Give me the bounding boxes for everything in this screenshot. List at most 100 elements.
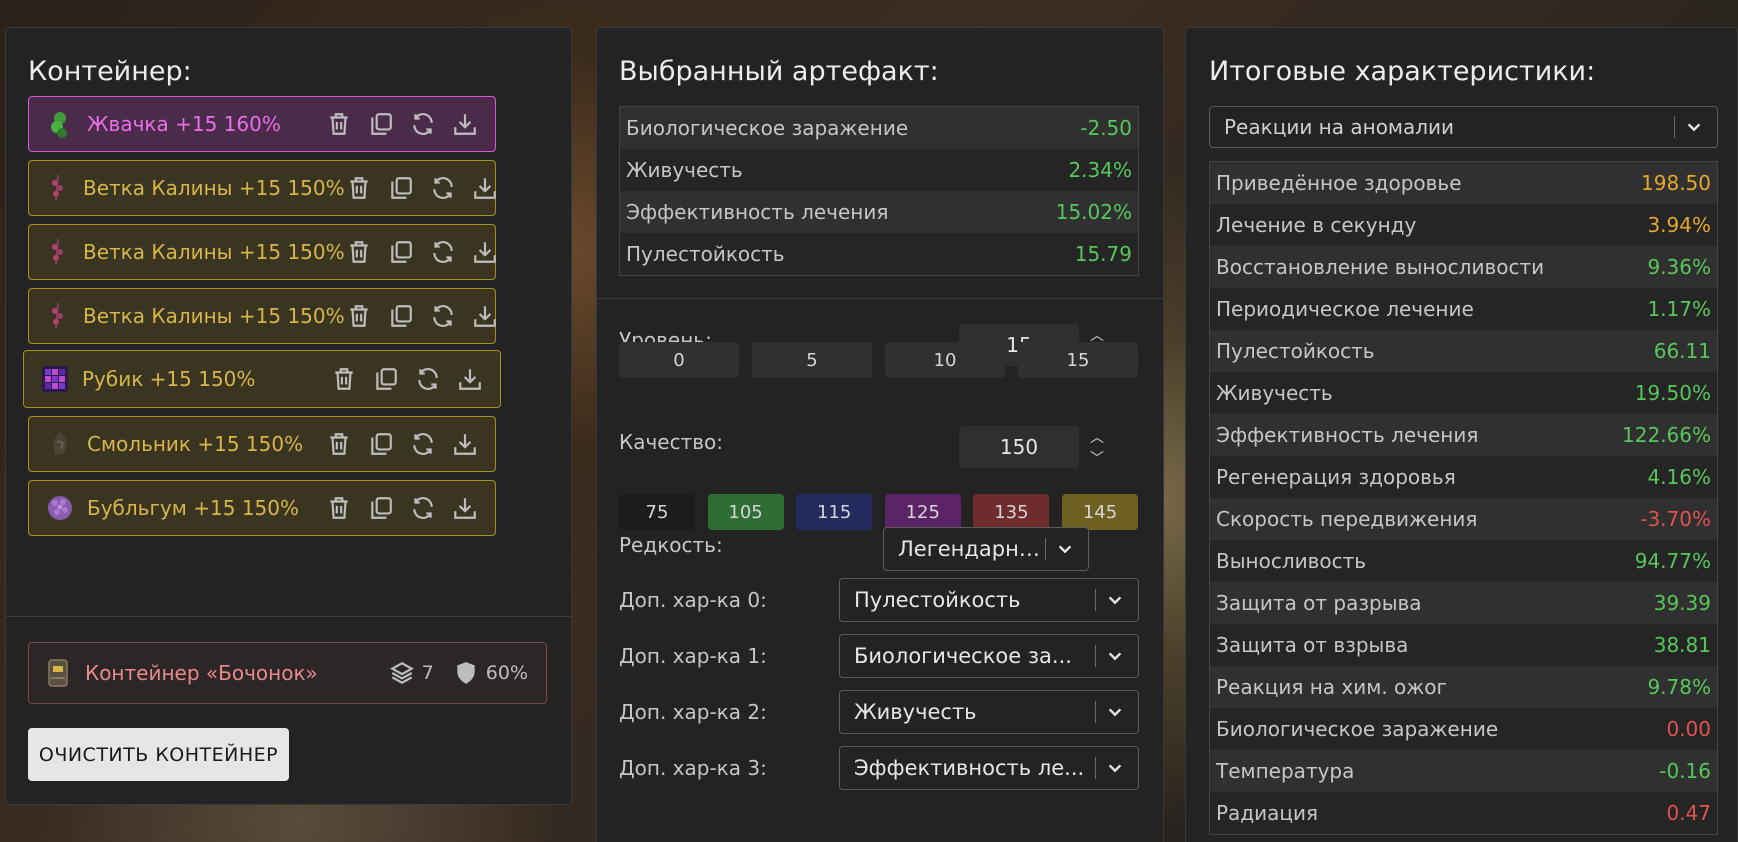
- stat-row: Восстановление выносливости 9.36%: [1210, 246, 1717, 288]
- copy-button[interactable]: [387, 174, 415, 202]
- rubik-artifact-icon: [40, 364, 70, 394]
- extra-stat-label: Доп. хар-ка 2:: [619, 700, 767, 724]
- level-preset-button[interactable]: 10: [885, 342, 1005, 378]
- replace-button[interactable]: [409, 494, 437, 522]
- load-button[interactable]: [456, 365, 484, 393]
- trash-icon: [330, 365, 358, 393]
- delete-button[interactable]: [325, 110, 353, 138]
- quality-preset-button[interactable]: 125: [884, 494, 961, 530]
- stat-name: Живучесть: [1216, 381, 1333, 405]
- totals-filter-select[interactable]: Реакции на аномалии: [1209, 106, 1718, 148]
- delete-button[interactable]: [330, 365, 358, 393]
- quality-preset-button[interactable]: 75: [619, 494, 695, 530]
- replace-button[interactable]: [429, 174, 457, 202]
- load-button[interactable]: [471, 302, 499, 330]
- copy-button[interactable]: [387, 238, 415, 266]
- stat-name: Скорость передвижения: [1216, 507, 1478, 531]
- replace-button[interactable]: [429, 238, 457, 266]
- chevron-down-icon[interactable]: [1685, 118, 1705, 136]
- delete-button[interactable]: [345, 302, 373, 330]
- replace-button[interactable]: [414, 365, 442, 393]
- chevron-down-icon[interactable]: [1106, 647, 1126, 665]
- stat-name: Защита от взрыва: [1216, 633, 1409, 657]
- level-preset-button[interactable]: 5: [752, 342, 872, 378]
- delete-button[interactable]: [345, 174, 373, 202]
- extra-stat-select[interactable]: Эффективность ле...: [839, 746, 1139, 790]
- level-preset-button[interactable]: 0: [619, 342, 739, 378]
- copy-icon: [387, 174, 415, 202]
- stat-row: Биологическое заражение 0.00: [1210, 708, 1717, 750]
- replace-button[interactable]: [409, 430, 437, 458]
- stat-row: Живучесть 19.50%: [1210, 372, 1717, 414]
- container-slots-value: 7: [421, 662, 434, 684]
- artifact-slot[interactable]: Ветка Калины +15 150%: [28, 224, 496, 280]
- extra-stat-select[interactable]: Биологическое за...: [839, 634, 1139, 678]
- artifact-slot-actions: [325, 494, 479, 522]
- extra-stat-select[interactable]: Живучесть: [839, 690, 1139, 734]
- viburnum-branch-icon: [45, 237, 71, 267]
- extra-stat-value: Пулестойкость: [854, 588, 1021, 612]
- rarity-select[interactable]: Легендарный: [883, 527, 1089, 571]
- stat-value: 9.36%: [1647, 255, 1711, 279]
- copy-icon: [387, 238, 415, 266]
- copy-button[interactable]: [367, 110, 395, 138]
- stat-name: Регенерация здоровья: [1216, 465, 1456, 489]
- stat-name: Биологическое заражение: [626, 116, 909, 140]
- artifact-slot[interactable]: Смольник +15 150%: [28, 416, 496, 472]
- copy-button[interactable]: [367, 430, 395, 458]
- download-icon: [471, 174, 499, 202]
- load-button[interactable]: [471, 174, 499, 202]
- resin-artifact-icon: [45, 429, 75, 459]
- container-protection: 60%: [452, 659, 528, 687]
- quality-preset-button[interactable]: 145: [1062, 494, 1138, 530]
- stat-name: Эффективность лечения: [626, 200, 889, 224]
- quality-stepper[interactable]: ︿ ﹀: [1087, 426, 1107, 468]
- select-separator: [1095, 589, 1096, 611]
- chevron-up-icon[interactable]: ︿: [1090, 427, 1104, 447]
- artifact-slot[interactable]: Рубик +15 150%: [23, 350, 501, 408]
- extra-stat-select[interactable]: Пулестойкость: [839, 578, 1139, 622]
- copy-button[interactable]: [372, 365, 400, 393]
- chevron-down-icon[interactable]: [1056, 540, 1076, 558]
- artifact-slot-actions: [345, 302, 499, 330]
- delete-button[interactable]: [325, 494, 353, 522]
- copy-button[interactable]: [387, 302, 415, 330]
- load-button[interactable]: [451, 494, 479, 522]
- delete-button[interactable]: [345, 238, 373, 266]
- artifact-slot[interactable]: Ветка Калины +15 150%: [28, 160, 496, 216]
- quality-input[interactable]: 150: [959, 426, 1079, 468]
- quality-preset-button[interactable]: 105: [707, 494, 784, 530]
- level-preset-button[interactable]: 15: [1018, 342, 1138, 378]
- quality-preset-button[interactable]: 115: [796, 494, 873, 530]
- load-button[interactable]: [451, 110, 479, 138]
- select-separator: [1095, 645, 1096, 667]
- delete-button[interactable]: [325, 430, 353, 458]
- stat-row: Скорость передвижения -3.70%: [1210, 498, 1717, 540]
- chevron-down-icon[interactable]: [1106, 759, 1126, 777]
- copy-icon: [367, 110, 395, 138]
- clear-container-button[interactable]: ОЧИСТИТЬ КОНТЕЙНЕР: [28, 728, 289, 781]
- stat-row: Выносливость 94.77%: [1210, 540, 1717, 582]
- stat-name: Эффективность лечения: [1216, 423, 1479, 447]
- artifact-slot[interactable]: Бубльгум +15 150%: [28, 480, 496, 536]
- replace-button[interactable]: [429, 302, 457, 330]
- copy-button[interactable]: [367, 494, 395, 522]
- rarity-value: Легендарный: [898, 537, 1045, 561]
- artifact-slot[interactable]: Жвачка +15 160%: [28, 96, 496, 152]
- trash-icon: [325, 430, 353, 458]
- replace-button[interactable]: [409, 110, 437, 138]
- stat-value: 15.79: [1074, 242, 1132, 266]
- chevron-down-icon[interactable]: [1106, 703, 1126, 721]
- extra-stat-label: Доп. хар-ка 1:: [619, 644, 767, 668]
- stat-name: Пулестойкость: [1216, 339, 1375, 363]
- chevron-down-icon[interactable]: ﹀: [1090, 448, 1104, 468]
- shield-icon: [452, 659, 480, 687]
- container-card[interactable]: Контейнер «Бочонок» 7 60%: [28, 642, 547, 704]
- load-button[interactable]: [471, 238, 499, 266]
- bubblegum-artifact-icon: [45, 493, 75, 523]
- container-panel-title: Контейнер:: [28, 56, 192, 87]
- load-button[interactable]: [451, 430, 479, 458]
- artifact-slot[interactable]: Ветка Калины +15 150%: [28, 288, 496, 344]
- quality-preset-button[interactable]: 135: [973, 494, 1050, 530]
- chevron-down-icon[interactable]: [1106, 591, 1126, 609]
